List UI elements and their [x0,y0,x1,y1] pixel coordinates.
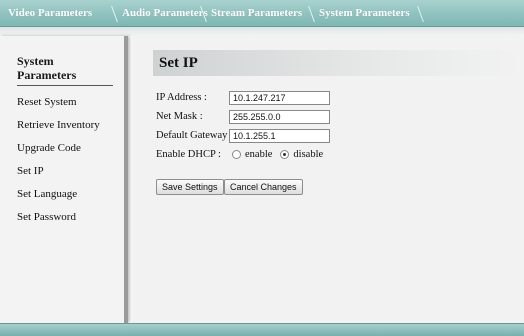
default-gateway-input[interactable] [229,129,330,143]
sidebar-item-set-ip[interactable]: Set IP [17,165,44,177]
net-mask-label: Net Mask : [156,111,203,122]
tab-video-parameters[interactable]: Video Parameters [8,0,92,27]
save-settings-button[interactable]: Save Settings [156,179,224,195]
net-mask-input[interactable] [229,110,330,124]
sidebar-item-retrieve-inventory[interactable]: Retrieve Inventory [17,119,100,131]
tab-audio-parameters[interactable]: Audio Parameters [122,0,208,27]
sidebar-item-upgrade-code[interactable]: Upgrade Code [17,142,81,154]
default-gateway-label: Default Gateway : [156,130,233,141]
tab-separator [417,6,424,22]
tab-separator [111,6,118,22]
dhcp-enable-label: enable [245,149,273,160]
ip-address-input[interactable] [229,91,330,105]
sidebar-item-set-language[interactable]: Set Language [17,188,77,200]
sidebar-item-set-password[interactable]: Set Password [17,211,76,223]
dhcp-radio-group: enable disable [232,149,331,160]
dhcp-enable-radio[interactable] [232,150,241,159]
top-tab-bar: Video Parameters Audio Parameters Stream… [0,0,524,27]
tab-stream-parameters[interactable]: Stream Parameters [211,0,302,27]
tab-separator [308,6,315,22]
dhcp-disable-radio[interactable] [280,150,290,159]
ip-address-label: IP Address : [156,92,207,103]
footer-bar [0,323,524,336]
header-strip [0,27,524,36]
cancel-changes-button[interactable]: Cancel Changes [224,179,303,195]
enable-dhcp-label: Enable DHCP : [156,149,221,160]
main-content: Set IP IP Address : Net Mask : Default G… [132,36,524,323]
sidebar-title: System Parameters [17,54,113,86]
sidebar: System Parameters Reset System Retrieve … [0,36,128,323]
page-title: Set IP [153,50,524,76]
tab-system-parameters[interactable]: System Parameters [319,0,410,27]
sidebar-item-reset-system[interactable]: Reset System [17,96,77,108]
dhcp-disable-label: disable [293,149,324,160]
